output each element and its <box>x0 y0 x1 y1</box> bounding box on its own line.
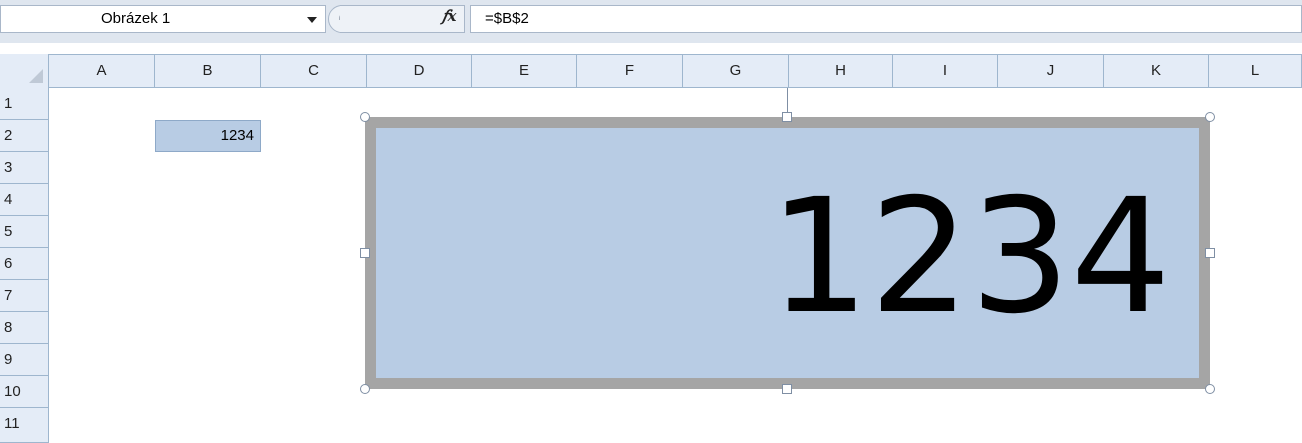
row-header-5[interactable]: 5 <box>0 216 49 248</box>
column-header-b[interactable]: B <box>155 54 261 88</box>
cell-b2[interactable]: 1234 <box>155 120 261 152</box>
column-header-k[interactable]: K <box>1104 54 1209 88</box>
row-header-6[interactable]: 6 <box>0 248 49 280</box>
resize-handle-bottom[interactable] <box>782 384 792 394</box>
column-header-a[interactable]: A <box>49 54 155 88</box>
resize-handle-bottom-left[interactable] <box>360 384 370 394</box>
row-header-1[interactable]: 1 <box>0 88 49 120</box>
formula-bar: Obrázek 1 𝑓x =$B$2 <box>0 0 1302 43</box>
name-box[interactable]: Obrázek 1 <box>0 5 326 33</box>
column-header-f[interactable]: F <box>577 54 683 88</box>
linked-picture[interactable]: 1234 <box>365 117 1210 389</box>
column-header-g[interactable]: G <box>683 54 789 88</box>
resize-handle-top-left[interactable] <box>360 112 370 122</box>
resize-handle-right[interactable] <box>1205 248 1215 258</box>
formula-input[interactable]: =$B$2 <box>470 5 1302 33</box>
row-header-4[interactable]: 4 <box>0 184 49 216</box>
formula-text: =$B$2 <box>485 10 529 27</box>
resize-handle-top[interactable] <box>782 112 792 122</box>
row-header-7[interactable]: 7 <box>0 280 49 312</box>
insert-function-icon[interactable]: 𝑓x <box>442 7 457 25</box>
name-box-value: Obrázek 1 <box>101 10 171 27</box>
row-header-10[interactable]: 10 <box>0 376 49 408</box>
column-header-j[interactable]: J <box>998 54 1104 88</box>
resize-handle-top-right[interactable] <box>1205 112 1215 122</box>
row-header-8[interactable]: 8 <box>0 312 49 344</box>
resize-handle-bottom-right[interactable] <box>1205 384 1215 394</box>
column-header-l[interactable]: L <box>1209 54 1302 88</box>
row-header-3[interactable]: 3 <box>0 152 49 184</box>
row-header-9[interactable]: 9 <box>0 344 49 376</box>
select-all-button[interactable] <box>0 54 49 88</box>
row-header-11[interactable]: 11 <box>0 408 49 443</box>
picture-value: 1234 <box>768 165 1171 349</box>
column-header-h[interactable]: H <box>789 54 893 88</box>
row-header-2[interactable]: 2 <box>0 120 49 152</box>
resize-handle-left[interactable] <box>360 248 370 258</box>
select-all-icon <box>29 69 43 83</box>
column-header-c[interactable]: C <box>261 54 367 88</box>
column-header-d[interactable]: D <box>367 54 472 88</box>
column-header-e[interactable]: E <box>472 54 577 88</box>
chevron-down-icon[interactable] <box>307 17 317 23</box>
column-header-i[interactable]: I <box>893 54 998 88</box>
